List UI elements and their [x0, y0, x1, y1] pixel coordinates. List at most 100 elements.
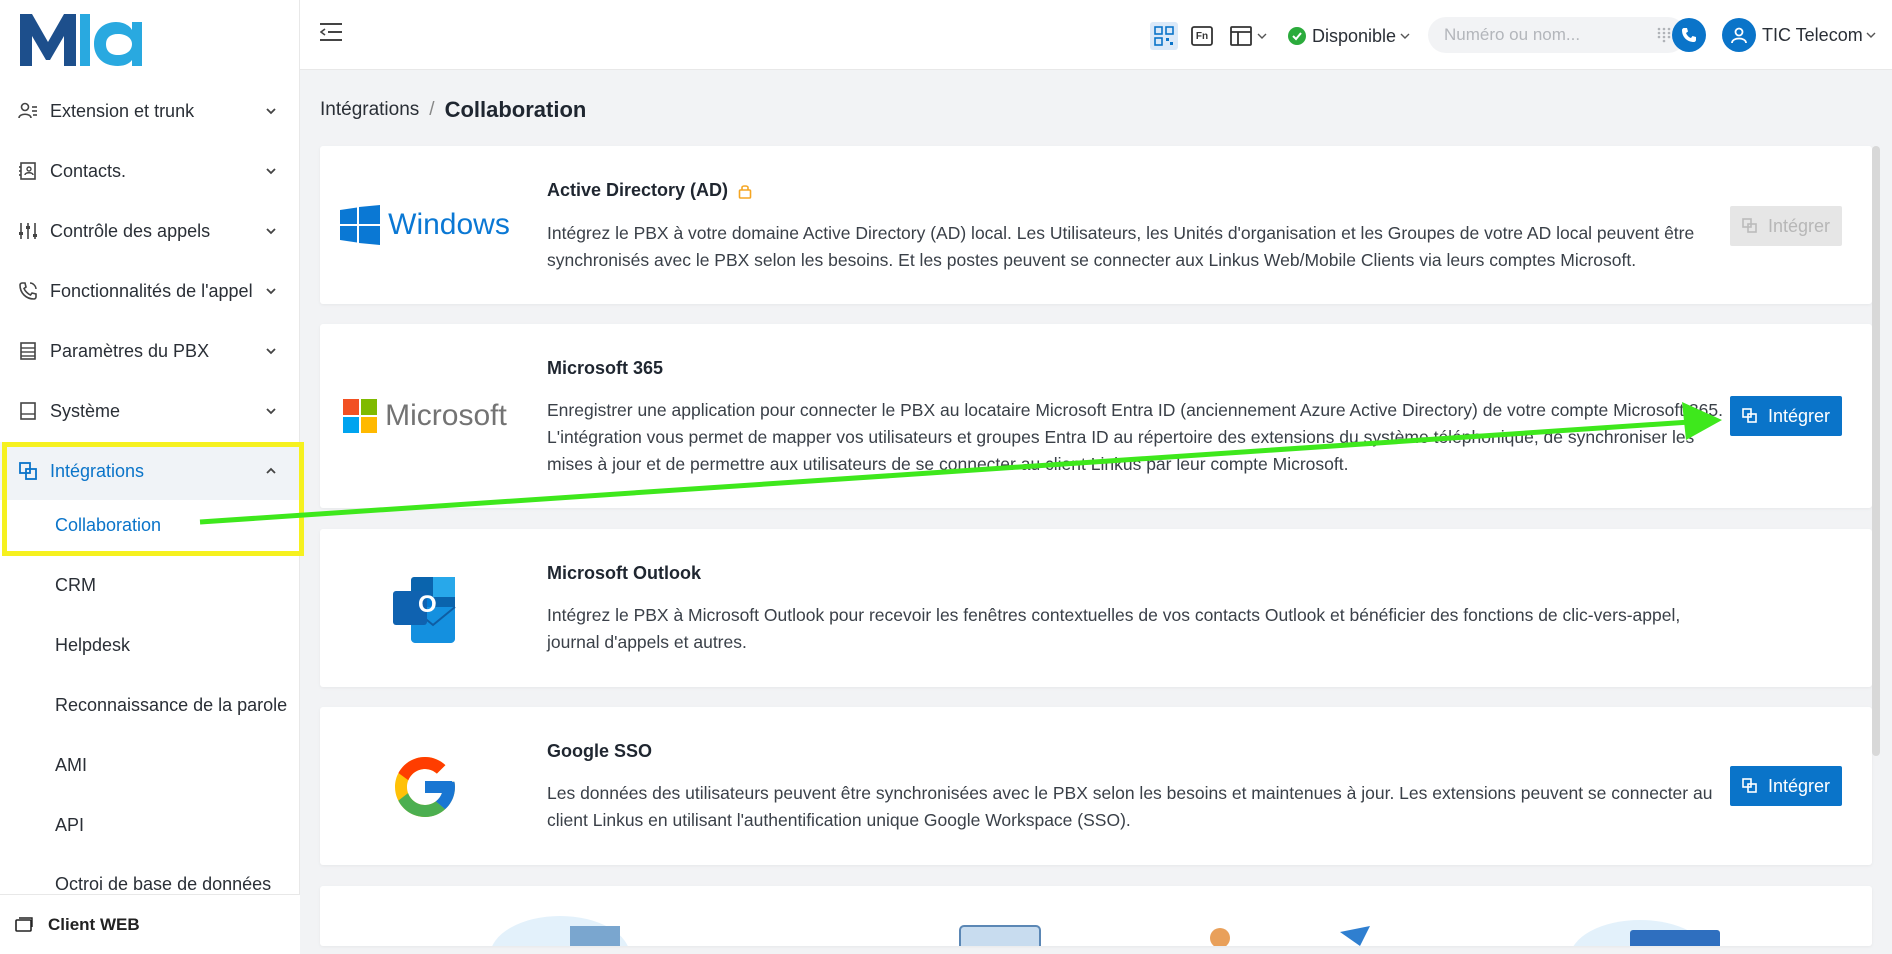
sidebar: Extension et trunk Contacts. Contrôle de… — [0, 0, 300, 954]
sidebar-item-label: Contacts. — [50, 160, 127, 181]
card-title-text: Active Directory (AD) — [547, 180, 729, 200]
integrate-button-microsoft-365[interactable]: Intégrer — [1730, 396, 1842, 436]
monitor-icon — [18, 401, 38, 421]
integration-icon — [1742, 778, 1758, 794]
user-name: TIC Telecom — [1762, 24, 1863, 45]
chevron-down-icon — [264, 344, 278, 358]
top-header: Fn Disponible TIC Telecom — [300, 0, 1892, 70]
sidebar-item-contacts[interactable]: Contacts. — [0, 142, 300, 200]
sliders-icon — [18, 221, 38, 241]
sidebar-subitem-ami[interactable]: AMI — [0, 738, 300, 792]
sidebar-subitem-collaboration[interactable]: Collaboration — [0, 498, 300, 552]
client-web-label: Client WEB — [48, 914, 140, 934]
integration-icon — [1742, 218, 1758, 234]
server-icon — [18, 341, 38, 361]
sidebar-item-call-control[interactable]: Contrôle des appels — [0, 202, 300, 260]
windows-icon — [340, 205, 381, 245]
dial-search-input[interactable] — [1444, 25, 1644, 45]
chevron-down-icon — [1399, 30, 1411, 42]
sidebar-subitem-label: AMI — [55, 754, 88, 775]
layout-switch-icon[interactable] — [1230, 24, 1272, 48]
chevron-down-icon — [264, 284, 278, 298]
integration-icon — [18, 461, 38, 481]
chevron-down-icon — [264, 164, 278, 178]
card-title: Microsoft Outlook — [547, 563, 701, 583]
presence-status-dropdown[interactable]: Disponible — [1288, 24, 1411, 48]
client-web-button[interactable]: Client WEB — [0, 894, 300, 954]
sidebar-item-pbx-settings[interactable]: Paramètres du PBX — [0, 322, 300, 380]
status-label: Disponible — [1312, 25, 1397, 46]
page-title: Collaboration — [444, 97, 587, 122]
sidebar-item-integrations[interactable]: Intégrations — [0, 442, 300, 500]
status-available-icon — [1288, 27, 1306, 45]
integration-icon — [1742, 408, 1758, 424]
sidebar-subitem-label: API — [55, 814, 85, 835]
google-icon — [395, 757, 455, 817]
user-menu[interactable]: TIC Telecom — [1722, 18, 1877, 52]
breadcrumb-separator: / — [429, 99, 435, 120]
breadcrumb: Intégrations / Collaboration — [320, 97, 586, 123]
chevron-down-icon — [264, 404, 278, 418]
card-title: Microsoft 365 — [547, 358, 664, 378]
integrate-button-label: Intégrer — [1767, 775, 1831, 796]
microsoft-icon — [343, 399, 378, 433]
sidebar-subitem-crm[interactable]: CRM — [0, 558, 300, 612]
integration-card-google-sso: Google SSO Les données des utilisateurs … — [320, 707, 1872, 865]
sidebar-item-extension-trunk[interactable]: Extension et trunk — [0, 82, 300, 140]
integration-card-partial — [320, 886, 1872, 946]
card-description: Enregistrer une application pour connect… — [547, 400, 1723, 474]
sidebar-subitem-speech-recognition[interactable]: Reconnaissance de la parole — [0, 678, 300, 732]
sidebar-subitem-label: Helpdesk — [55, 634, 131, 655]
outlook-logo: O — [340, 573, 510, 645]
chevron-down-icon — [1865, 29, 1877, 41]
dialpad-icon[interactable] — [1656, 27, 1672, 43]
dial-search-box — [1428, 17, 1686, 53]
sidebar-subitem-label: Octroi de base de données — [55, 873, 272, 894]
sidebar-item-system[interactable]: Système — [0, 382, 300, 440]
integrate-button-google-sso[interactable]: Intégrer — [1730, 766, 1842, 806]
card-description: Intégrez le PBX à Microsoft Outlook pour… — [547, 605, 1681, 652]
integrate-button-label: Intégrer — [1767, 215, 1831, 236]
sidebar-item-label: Contrôle des appels — [50, 220, 211, 241]
chevron-up-icon — [264, 464, 278, 478]
sidebar-item-label: Fonctionnalités de l'appel — [50, 280, 253, 301]
partial-illustrations — [492, 916, 1720, 946]
sidebar-item-label: Extension et trunk — [50, 100, 195, 121]
google-logo — [340, 751, 510, 823]
switch-icon — [14, 915, 34, 935]
phone-icon — [18, 281, 38, 301]
chevron-down-icon — [264, 104, 278, 118]
microsoft-logo-text: Microsoft — [385, 399, 507, 432]
collapse-menu-icon[interactable] — [319, 22, 342, 42]
card-title: Active Directory (AD) — [547, 180, 752, 201]
sidebar-item-label: Paramètres du PBX — [50, 340, 210, 361]
chevron-down-icon — [264, 224, 278, 238]
microsoft-logo: Microsoft — [340, 386, 510, 446]
card-title: Google SSO — [547, 741, 653, 761]
sidebar-item-label: Système — [50, 400, 121, 421]
integrate-button-ad[interactable]: Intégrer — [1730, 206, 1842, 246]
breadcrumb-integrations[interactable]: Intégrations — [320, 99, 419, 121]
sidebar-subitem-label: Reconnaissance de la parole — [55, 694, 288, 715]
lock-icon — [738, 183, 752, 199]
sidebar-subitem-api[interactable]: API — [0, 798, 300, 852]
phone-icon — [1682, 28, 1696, 42]
address-book-icon — [18, 161, 38, 181]
sidebar-item-label: Intégrations — [50, 460, 145, 481]
user-list-icon — [18, 101, 38, 121]
sidebar-subitem-helpdesk[interactable]: Helpdesk — [0, 618, 300, 672]
windows-logo-text: Windows — [388, 208, 510, 241]
card-description: Les données des utilisateurs peuvent êtr… — [547, 783, 1713, 830]
sidebar-item-call-features[interactable]: Fonctionnalités de l'appel — [0, 262, 300, 320]
integrate-button-label: Intégrer — [1767, 405, 1831, 426]
mia-logo — [20, 14, 142, 66]
language-icon[interactable]: Fn — [1190, 24, 1214, 48]
integration-card-microsoft-365: Microsoft Microsoft 365 Enregistrer une … — [320, 324, 1872, 508]
qr-code-icon[interactable] — [1150, 22, 1178, 50]
integration-card-active-directory: Windows Active Directory (AD) Intégrez l… — [320, 146, 1872, 304]
page-scrollbar[interactable] — [1872, 146, 1880, 756]
call-button[interactable] — [1672, 18, 1706, 52]
avatar — [1722, 18, 1756, 52]
windows-logo: Windows — [340, 196, 510, 254]
outlook-logo-letter: O — [418, 591, 437, 618]
